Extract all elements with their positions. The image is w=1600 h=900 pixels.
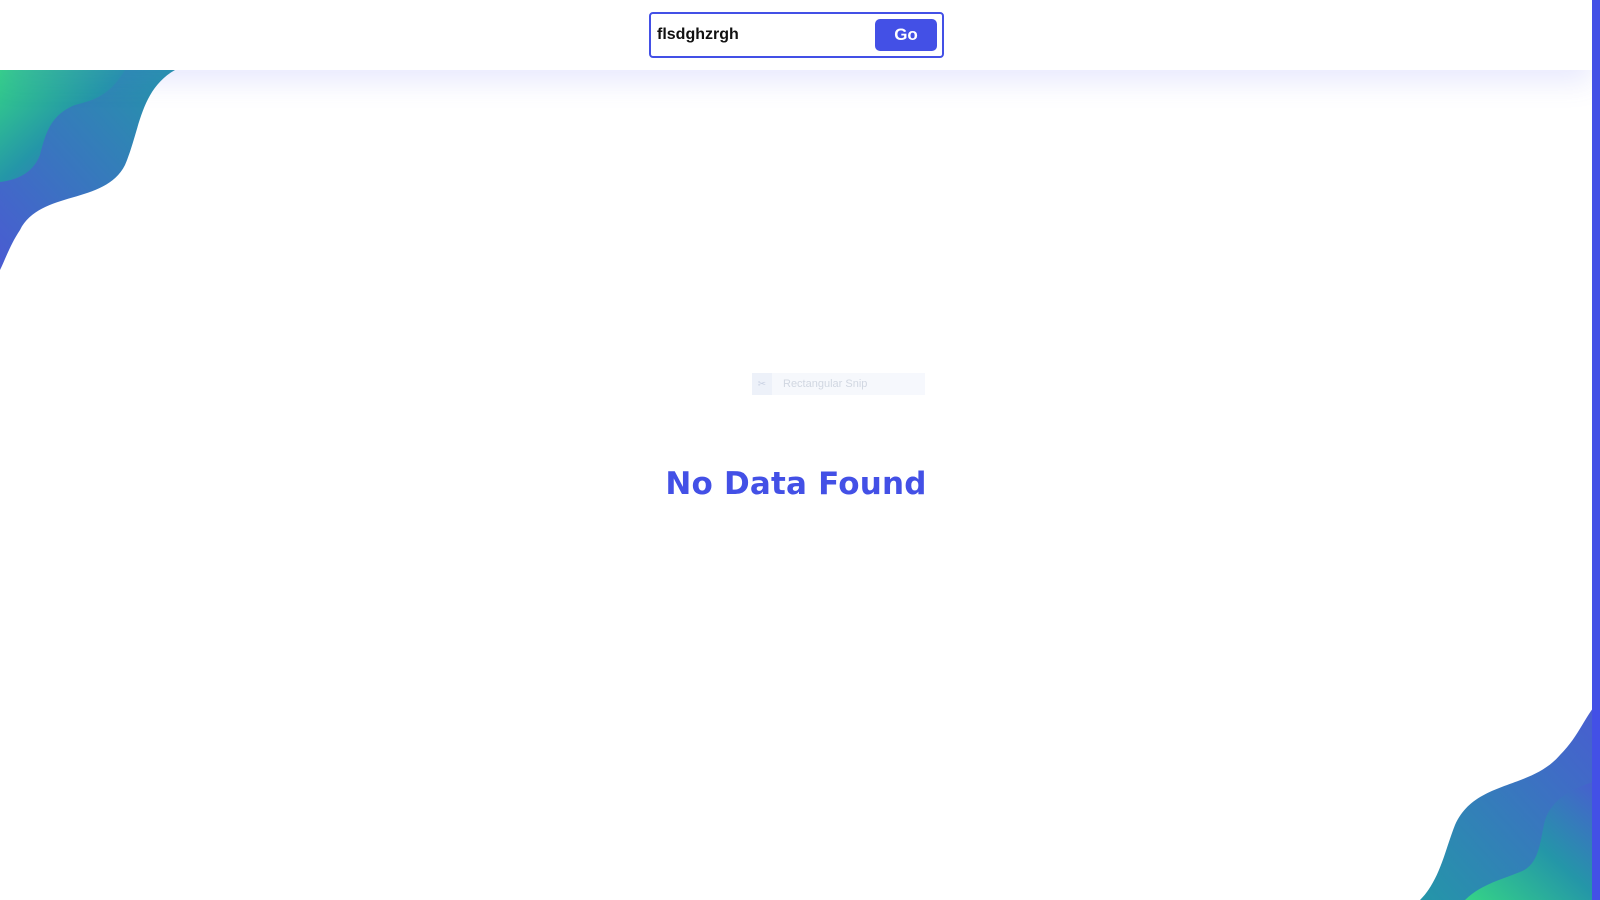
scissors-icon: ✂ <box>752 373 772 395</box>
top-header: Go <box>0 0 1592 70</box>
scrollbar-thumb[interactable] <box>1592 0 1600 900</box>
scrollbar[interactable] <box>1592 0 1600 900</box>
snip-tooltip: ✂ Rectangular Snip <box>752 373 925 395</box>
decorative-wave-top-left <box>0 70 175 270</box>
page: Go ✂ Rectangular Snip No Data Found <box>0 0 1600 900</box>
snip-label: Rectangular Snip <box>783 378 868 390</box>
go-button[interactable]: Go <box>875 19 937 51</box>
no-data-message: No Data Found <box>665 466 927 502</box>
decorative-wave-bottom-right <box>1420 700 1600 900</box>
search-bar: Go <box>649 12 944 58</box>
search-input[interactable] <box>657 20 867 50</box>
